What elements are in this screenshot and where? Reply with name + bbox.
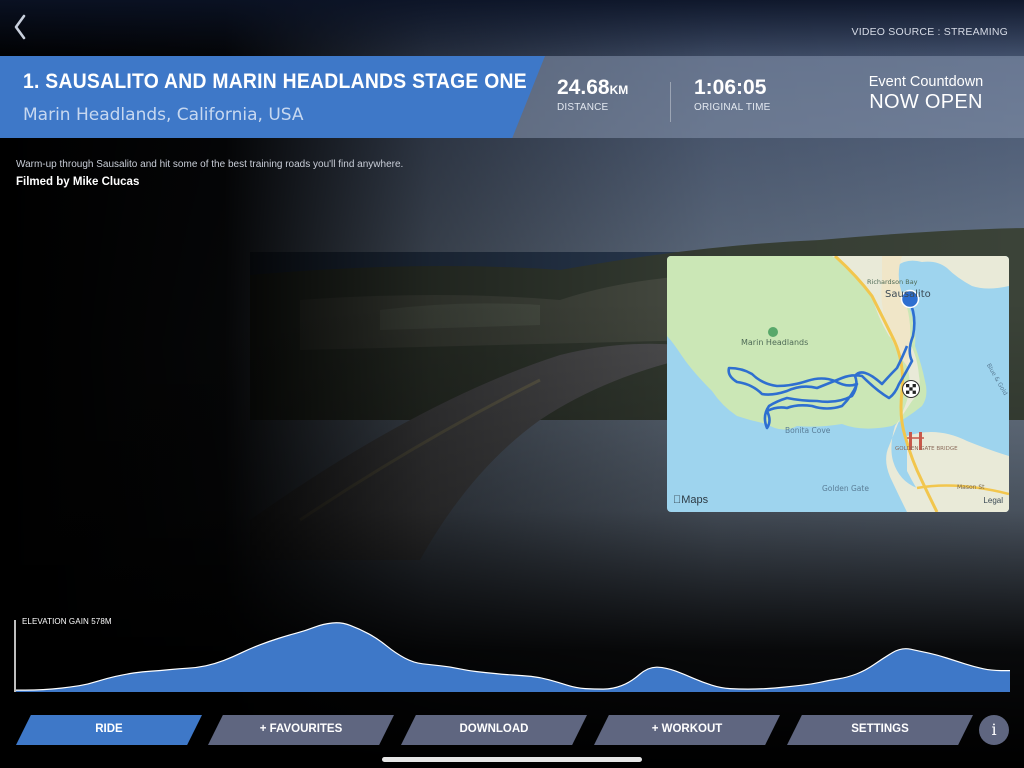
ride-button-label: RIDE [95,723,123,735]
home-indicator[interactable] [382,757,642,762]
elevation-area [16,622,1010,692]
event-countdown-label: Event Countdown [868,74,984,90]
map-label-sausalito: Sausalito [885,289,931,300]
add-favourites-button[interactable]: + FAVOURITES [208,715,394,745]
chevron-left-icon [14,14,26,40]
back-button[interactable] [8,10,32,44]
info-button[interactable]: i [979,715,1009,745]
stage-title-panel [0,56,545,138]
distance-label: DISTANCE [557,102,609,113]
ride-button[interactable]: RIDE [16,715,202,745]
add-workout-button[interactable]: + WORKOUT [594,715,780,745]
add-workout-button-label: + WORKOUT [651,723,723,735]
stage-description: Warm-up through Sausalito and hit some o… [16,159,404,170]
maps-provider-logo: Maps [673,494,708,506]
top-bar: VIDEO SOURCE : STREAMING [0,0,1024,56]
stat-divider [670,82,671,122]
distance-value-line: 24.68KM [557,76,628,100]
settings-button[interactable]: SETTINGS [787,715,973,745]
distance-stat: 24.68KM DISTANCE [557,76,628,113]
settings-button-label: SETTINGS [851,723,909,735]
original-time-value: 1:06:05 [694,76,767,99]
event-countdown: Event Countdown NOW OPEN [856,74,996,114]
video-source-label: VIDEO SOURCE : STREAMING [851,26,1008,38]
route-map-graphic [667,256,1009,512]
map-label-bonita-cove: Bonita Cove [785,426,831,435]
distance-unit: KM [609,83,629,97]
maps-provider-name: Maps [673,494,708,506]
download-button-label: DOWNLOAD [459,723,529,735]
apple-logo-icon:  [673,494,681,506]
maps-legal-link[interactable]: Legal [983,496,1003,505]
elevation-gain-label: ELEVATION GAIN 578M [22,617,112,626]
event-countdown-status: NOW OPEN [869,91,983,113]
download-button[interactable]: DOWNLOAD [401,715,587,745]
route-map[interactable]: Richardson Bay Sausalito Marin Headlands… [667,256,1009,512]
finish-flag-icon [902,380,920,398]
stage-title: 1. SAUSALITO AND MARIN HEADLANDS STAGE O… [23,70,527,93]
film-credit: Filmed by Mike Clucas [16,176,140,188]
map-label-richardson-bay: Richardson Bay [867,278,918,286]
distance-value: 24.68 [557,76,610,99]
map-label-marin-headlands: Marin Headlands [741,338,809,347]
stage-location: Marin Headlands, California, USA [23,105,304,125]
park-marker-icon [768,327,778,337]
map-label-golden-gate: Golden Gate [822,484,869,493]
original-time-label: ORIGINAL TIME [694,102,771,113]
elevation-profile [14,620,1010,692]
map-label-golden-gate-bridge: GOLDEN GATE BRIDGE [895,446,958,452]
original-time-stat: 1:06:05 ORIGINAL TIME [694,76,771,113]
add-favourites-button-label: + FAVOURITES [259,723,343,735]
map-label-mason-st: Mason St [957,484,985,491]
